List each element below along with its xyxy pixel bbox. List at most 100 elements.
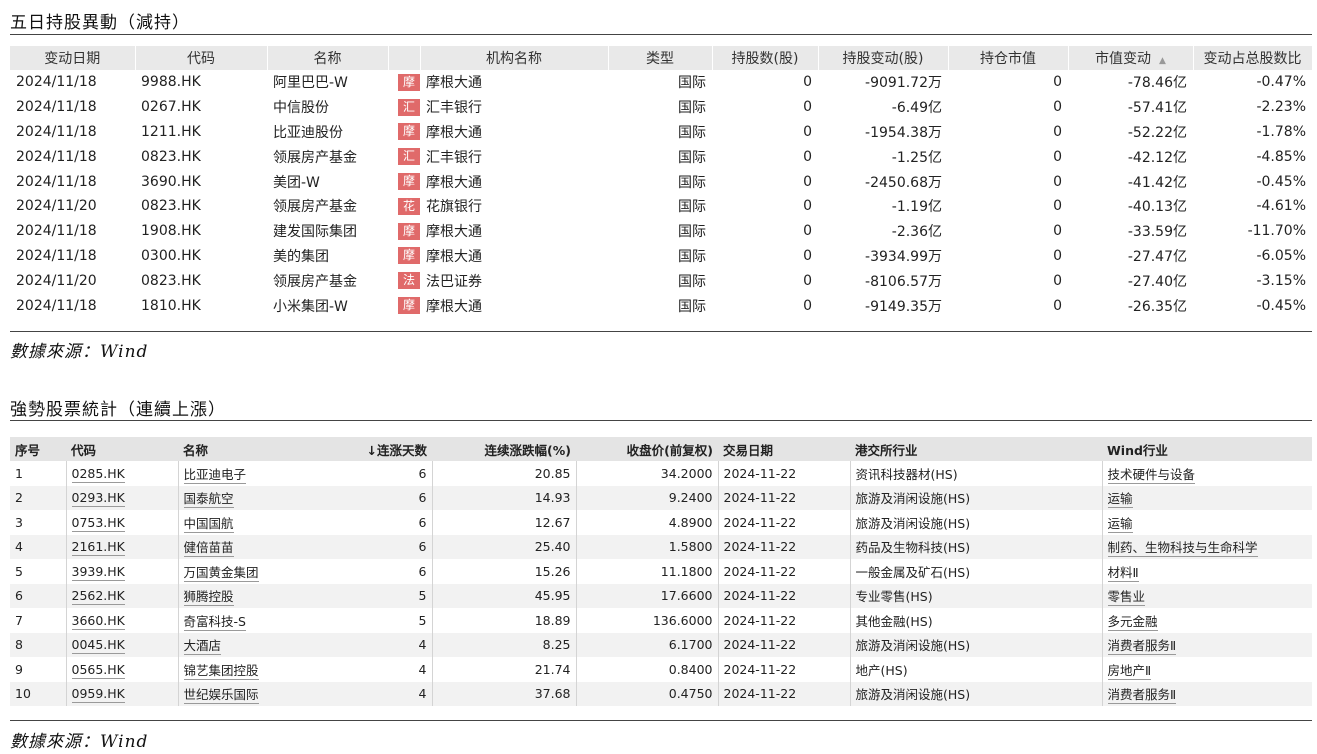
- row-org[interactable]: 摩根大通: [420, 169, 608, 194]
- row-code[interactable]: 0300.HK: [135, 244, 267, 269]
- row-wind-industry-link[interactable]: 多元金融: [1107, 613, 1158, 631]
- col-header-hk-industry[interactable]: 港交所行业: [850, 437, 1102, 461]
- row-org[interactable]: 摩根大通: [420, 120, 608, 145]
- table-row[interactable]: 2024/11/18 0300.HK 美的集团摩摩根大通 国际 0 -3934.99万 0 -…: [10, 244, 1312, 269]
- row-wind-industry-link[interactable]: 消费者服务Ⅱ: [1107, 638, 1177, 656]
- col-header-name[interactable]: 名称: [267, 46, 389, 70]
- row-code[interactable]: 9988.HK: [135, 70, 267, 95]
- table-row[interactable]: 2024/11/18 0267.HK 中信股份汇汇丰银行 国际 0 -6.49亿 0 -57.…: [10, 95, 1312, 120]
- table-row[interactable]: 2024/11/18 1810.HK 小米集团-W 摩摩根大通 国际 0 -9149.35万…: [10, 293, 1312, 318]
- row-name-link[interactable]: 健倍苗苗: [183, 540, 234, 558]
- row-name-link[interactable]: 锦艺集团控股: [183, 662, 259, 680]
- table-row[interactable]: 4 2161.HK 健倍苗苗 6 25.40 1.5800 2024-11-22 药品及生物科…: [10, 534, 1312, 559]
- row-name[interactable]: 中信股份: [267, 95, 388, 120]
- col-header-shares-change[interactable]: 持股变动(股): [818, 46, 949, 70]
- row-wind-industry-link[interactable]: 消费者服务Ⅱ: [1107, 687, 1177, 705]
- row-wind-industry-link[interactable]: 房地产Ⅱ: [1107, 662, 1152, 680]
- col-header-type[interactable]: 类型: [608, 46, 713, 70]
- col-header-wind-industry[interactable]: Wind行业: [1102, 437, 1312, 461]
- row-code-link[interactable]: 3939.HK: [71, 563, 125, 581]
- col-header-ratio[interactable]: 变动占总股数比: [1193, 46, 1313, 70]
- row-name-link[interactable]: 万国黄金集团: [183, 564, 259, 582]
- row-name[interactable]: 美的集团: [267, 244, 388, 269]
- row-code-link[interactable]: 2562.HK: [71, 588, 125, 606]
- table-row[interactable]: 7 3660.HK 奇富科技-S 5 18.89 136.6000 2024-11-22 其他…: [10, 608, 1312, 633]
- row-name[interactable]: 小米集团-W: [267, 293, 388, 318]
- row-org[interactable]: 法巴证券: [420, 268, 608, 293]
- col-header-position-value[interactable]: 持仓市值: [948, 46, 1069, 70]
- row-code-link[interactable]: 0959.HK: [71, 686, 125, 704]
- table-row[interactable]: 10 0959.HK 世纪娱乐国际 4 37.68 0.4750 2024-11-22 旅游及…: [10, 681, 1312, 706]
- table-row[interactable]: 9 0565.HK 锦艺集团控股 4 21.74 0.8400 2024-11-22 地产(H…: [10, 657, 1312, 682]
- table-row[interactable]: 2024/11/20 0823.HK 领展房产基金花花旗银行 国际 0 -1.19亿 0 -4…: [10, 194, 1312, 219]
- table-row[interactable]: 2024/11/18 1908.HK 建发国际集团摩摩根大通 国际 0 -2.36亿 0 -3…: [10, 219, 1312, 244]
- row-code-link[interactable]: 0753.HK: [71, 514, 125, 532]
- table-row[interactable]: 2024/11/18 0823.HK 领展房产基金汇汇丰银行 国际 0 -1.25亿 0 -4…: [10, 144, 1312, 169]
- row-org[interactable]: 摩根大通: [420, 293, 608, 318]
- row-org[interactable]: 摩根大通: [420, 70, 608, 95]
- row-code[interactable]: 1211.HK: [135, 120, 267, 145]
- table-row[interactable]: 2024/11/20 0823.HK 领展房产基金法法巴证券 国际 0 -8106.57万…: [10, 268, 1312, 293]
- row-org[interactable]: 汇丰银行: [420, 144, 608, 169]
- row-org[interactable]: 摩根大通: [420, 219, 608, 244]
- row-name-link[interactable]: 奇富科技-S: [183, 613, 246, 631]
- col-header-date[interactable]: 变动日期: [10, 46, 136, 70]
- row-code[interactable]: 0267.HK: [135, 95, 267, 120]
- row-name-link[interactable]: 国泰航空: [183, 491, 234, 509]
- row-code-link[interactable]: 2161.HK: [71, 539, 125, 557]
- row-org[interactable]: 花旗银行: [420, 194, 608, 219]
- row-name-link[interactable]: 世纪娱乐国际: [183, 687, 259, 705]
- row-name[interactable]: 美团-W: [267, 169, 388, 194]
- table-row[interactable]: 2024/11/18 1211.HK 比亚迪股份摩摩根大通 国际 0 -1954.38万 0…: [10, 120, 1312, 145]
- row-wind-industry-link[interactable]: 材料Ⅱ: [1107, 564, 1139, 582]
- col-header-code[interactable]: 代码: [135, 46, 268, 70]
- row-name-link[interactable]: 中国国航: [183, 515, 234, 533]
- row-name-link[interactable]: 比亚迪电子: [183, 466, 247, 484]
- row-wind-industry-link[interactable]: 运输: [1107, 491, 1133, 509]
- col-header-no[interactable]: 序号: [10, 437, 66, 461]
- row-name[interactable]: 领展房产基金: [267, 268, 388, 293]
- row-code[interactable]: 1810.HK: [135, 293, 267, 318]
- col-header-shares[interactable]: 持股数(股): [712, 46, 819, 70]
- row-wind-industry-link[interactable]: 技术硬件与设备: [1107, 466, 1196, 484]
- row-code-link[interactable]: 0565.HK: [71, 661, 125, 679]
- row-name[interactable]: 领展房产基金: [267, 194, 388, 219]
- col-header-name[interactable]: 名称: [178, 437, 333, 461]
- table-row[interactable]: 2 0293.HK 国泰航空 6 14.93 9.2400 2024-11-22 旅游及消闲设…: [10, 485, 1312, 510]
- row-wind-industry-link[interactable]: 零售业: [1107, 589, 1146, 607]
- sort-asc-icon[interactable]: ▲: [1159, 56, 1166, 66]
- table-row[interactable]: 3 0753.HK 中国国航 6 12.67 4.8900 2024-11-22 旅游及消闲设…: [10, 510, 1312, 535]
- col-header-value-change[interactable]: 市值变动 ▲: [1068, 46, 1194, 70]
- row-org[interactable]: 摩根大通: [420, 244, 608, 269]
- col-header-close-price[interactable]: 收盘价(前复权): [576, 437, 718, 461]
- row-code-link[interactable]: 0285.HK: [71, 465, 125, 483]
- row-code[interactable]: 3690.HK: [135, 169, 267, 194]
- row-name-link[interactable]: 大酒店: [183, 638, 222, 656]
- table-row[interactable]: 5 3939.HK 万国黄金集团 6 15.26 11.1800 2024-11-22 一般金…: [10, 559, 1312, 584]
- row-code[interactable]: 1908.HK: [135, 219, 267, 244]
- row-name[interactable]: 领展房产基金: [267, 144, 388, 169]
- row-code-link[interactable]: 0045.HK: [71, 637, 125, 655]
- row-wind-industry-link[interactable]: 运输: [1107, 515, 1133, 533]
- table-row[interactable]: 2024/11/18 9988.HK 阿里巴巴-W 摩摩根大通 国际 0 -9091.72万…: [10, 70, 1312, 95]
- col-header-pct-change[interactable]: 连续涨跌幅(%): [432, 437, 576, 461]
- col-header-trade-date[interactable]: 交易日期: [718, 437, 850, 461]
- table-row[interactable]: 8 0045.HK 大酒店 4 8.25 6.1700 2024-11-22 旅游及消闲设施(…: [10, 632, 1312, 657]
- col-header-code[interactable]: 代码: [66, 437, 178, 461]
- row-name[interactable]: 比亚迪股份: [267, 120, 388, 145]
- row-code[interactable]: 0823.HK: [135, 268, 267, 293]
- col-header-org[interactable]: 机构名称: [420, 46, 609, 70]
- row-code[interactable]: 0823.HK: [135, 194, 267, 219]
- row-code-link[interactable]: 3660.HK: [71, 612, 125, 630]
- row-name[interactable]: 阿里巴巴-W: [267, 70, 388, 95]
- row-org[interactable]: 汇丰银行: [420, 95, 608, 120]
- row-name-link[interactable]: 狮腾控股: [183, 589, 234, 607]
- col-header-up-days[interactable]: ↓连涨天数: [333, 437, 432, 461]
- row-wind-industry-link[interactable]: 制药、生物科技与生命科学: [1107, 540, 1258, 558]
- table-row[interactable]: 2024/11/18 3690.HK 美团-W 摩摩根大通 国际 0 -2450.68万 0 -…: [10, 169, 1312, 194]
- row-code[interactable]: 0823.HK: [135, 144, 267, 169]
- table-row[interactable]: 1 0285.HK 比亚迪电子 6 20.85 34.2000 2024-11-22 资讯科技…: [10, 461, 1312, 486]
- row-name[interactable]: 建发国际集团: [267, 219, 388, 244]
- table-row[interactable]: 6 2562.HK 狮腾控股 5 45.95 17.6600 2024-11-22 专业零售(…: [10, 583, 1312, 608]
- row-code-link[interactable]: 0293.HK: [71, 490, 125, 508]
